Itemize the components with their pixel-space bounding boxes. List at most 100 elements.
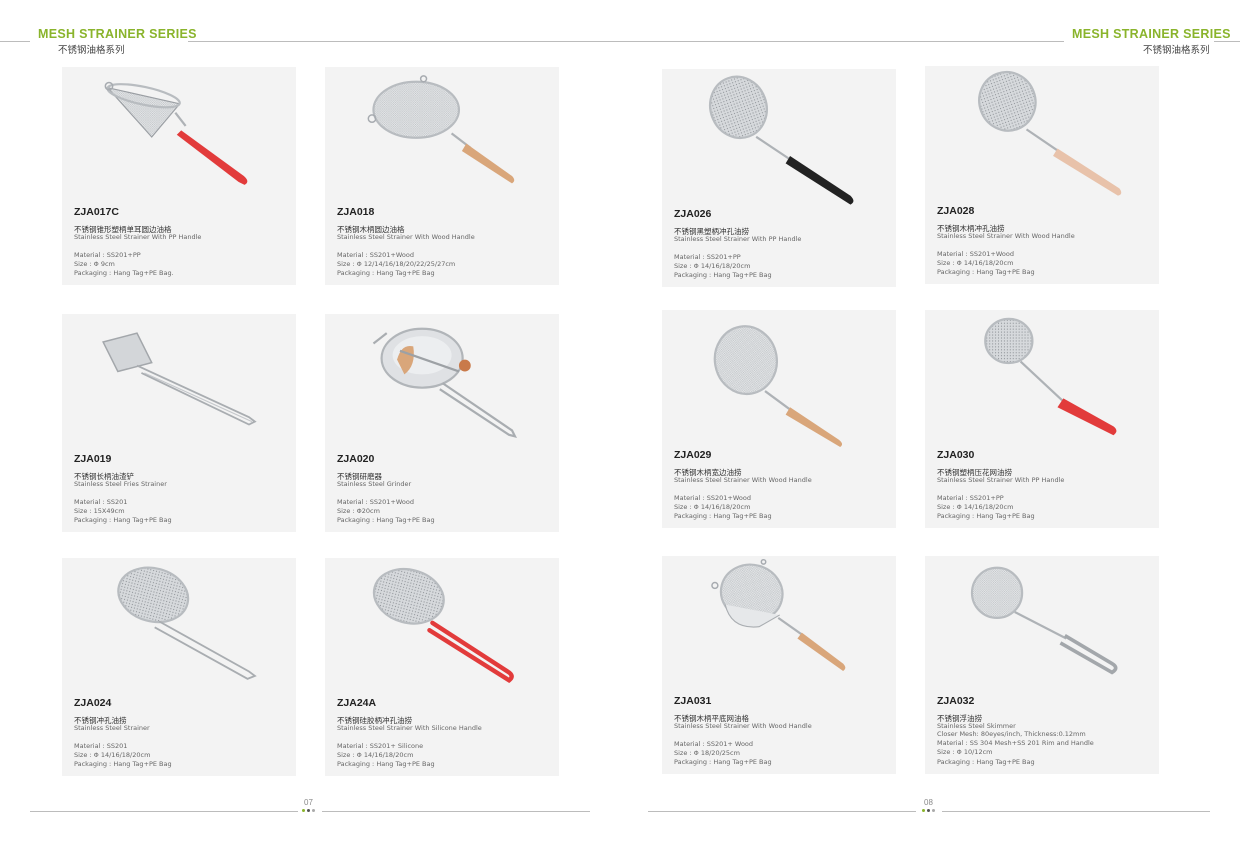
product-card-zja030: ZJA030 不锈钢塑柄压花网油捞 Stainless Steel Strainer… bbox=[925, 310, 1159, 528]
product-packaging: Packaging : Hang Tag+PE Bag. bbox=[74, 269, 174, 277]
flat-bottom-strainer-wood-handle-icon bbox=[711, 558, 846, 671]
product-size: Size : Φ 14/16/18/20cm bbox=[74, 751, 151, 759]
product-size: Size : Φ 14/16/18/20cm bbox=[674, 503, 751, 511]
product-name-en: Stainless Steel Strainer With PP Handle bbox=[674, 235, 802, 243]
product-size: Size : Φ 12/14/16/18/20/22/25/27cm bbox=[337, 260, 456, 268]
product-size: Size : Φ 14/16/18/20cm bbox=[674, 262, 751, 270]
product-size: Size : Φ 9cm bbox=[74, 260, 115, 268]
footer-rule-left-a bbox=[30, 811, 298, 812]
product-material: Material : SS201+Wood bbox=[937, 250, 1014, 258]
product-name-en: Stainless Steel Grinder bbox=[337, 480, 412, 488]
left-series-title: MESH STRAINER SERIES bbox=[38, 27, 197, 41]
product-card-zja024: ZJA024 不锈钢冲孔油捞 Stainless Steel Strainer Mat… bbox=[62, 558, 296, 776]
product-material: Material : SS201+Wood bbox=[337, 251, 414, 259]
product-name-en: Stainless Steel Strainer With PP Handle bbox=[74, 233, 202, 241]
page-dots-right bbox=[922, 809, 935, 812]
product-material: Material : SS201+PP bbox=[674, 253, 741, 261]
product-name-en: Stainless Steel Strainer bbox=[74, 724, 150, 732]
product-packaging: Packaging : Hang Tag+PE Bag bbox=[674, 271, 772, 279]
product-code: ZJA020 bbox=[337, 453, 375, 465]
product-material: Material : SS201+PP bbox=[74, 251, 141, 259]
product-code: ZJA028 bbox=[937, 205, 975, 217]
page-dots-left bbox=[302, 809, 315, 812]
product-packaging: Packaging : Hang Tag+PE Bag bbox=[337, 516, 435, 524]
product-size: Size : Φ 14/16/18/20cm bbox=[337, 751, 414, 759]
product-material: Material : SS201+Wood bbox=[674, 494, 751, 502]
perforated-ladle-wire-handle-icon bbox=[117, 566, 257, 680]
product-material: Material : SS 304 Mesh+SS 201 Rim and Ha… bbox=[937, 739, 1094, 747]
product-packaging: Packaging : Hang Tag+PE Bag bbox=[937, 268, 1035, 276]
product-material: Material : SS201 bbox=[74, 742, 128, 750]
product-packaging: Packaging : Hang Tag+PE Bag bbox=[674, 758, 772, 766]
product-code: ZJA017C bbox=[74, 206, 119, 218]
product-packaging: Packaging : Hang Tag+PE Bag bbox=[74, 760, 172, 768]
product-size: Size : 15X49cm bbox=[74, 507, 125, 515]
product-code: ZJA024 bbox=[74, 697, 112, 709]
product-name-en: Stainless Steel Strainer With Wood Handl… bbox=[674, 476, 812, 484]
product-packaging: Packaging : Hang Tag+PE Bag bbox=[674, 512, 772, 520]
product-code: ZJA032 bbox=[937, 695, 975, 707]
product-card-zja017c: ZJA017C 不锈钢锥形塑柄单耳圆边油格 Stainless Steel Stra… bbox=[62, 67, 296, 285]
product-name-en: Stainless Steel Strainer With Wood Handl… bbox=[937, 232, 1075, 240]
footer-rule-left-b bbox=[322, 811, 590, 812]
product-material: Material : SS201+PP bbox=[937, 494, 1004, 502]
product-name-en: Stainless Steel Strainer With Silicone H… bbox=[337, 724, 482, 732]
food-mill-grinder-icon bbox=[372, 327, 518, 438]
product-card-zja031: ZJA031 不锈钢木柄平底网油格 Stainless Steel Strainer… bbox=[662, 556, 896, 774]
product-packaging: Packaging : Hang Tag+PE Bag bbox=[937, 758, 1035, 766]
footer-rule-right-b bbox=[942, 811, 1210, 812]
product-card-zja032: ZJA032 不锈钢浮油捞 Stainless Steel Skimmer Close… bbox=[925, 556, 1159, 774]
perforated-ladle-silicone-handle-icon bbox=[372, 568, 514, 683]
product-card-zja020: ZJA020 不锈钢研磨器 Stainless Steel Grinder Mater… bbox=[325, 314, 559, 532]
product-name-en: Stainless Steel Strainer With Wood Handl… bbox=[337, 233, 475, 241]
mesh-skimmer-wood-handle-icon bbox=[713, 325, 843, 448]
product-packaging: Packaging : Hang Tag+PE Bag bbox=[74, 516, 172, 524]
product-card-zja026: ZJA026 不锈钢黑塑柄冲孔油捞 Stainless Steel Strainer… bbox=[662, 69, 896, 287]
mesh-skimmer-red-handle-icon bbox=[984, 317, 1117, 436]
product-material: Material : SS201+Wood bbox=[337, 498, 414, 506]
product-card-zja028: ZJA028 不锈钢木柄冲孔油捞 Stainless Steel Strainer … bbox=[925, 66, 1159, 284]
page-number-right: 08 bbox=[924, 798, 933, 807]
page-number-left: 07 bbox=[304, 798, 313, 807]
product-name-en: Stainless Steel Skimmer bbox=[937, 722, 1016, 730]
product-name-en: Stainless Steel Strainer With PP Handle bbox=[937, 476, 1065, 484]
perforated-ladle-black-handle-icon bbox=[709, 75, 854, 205]
perforated-ladle-wood-handle-icon bbox=[978, 70, 1122, 196]
product-material: Material : SS201+ Wood bbox=[674, 740, 754, 748]
product-packaging: Packaging : Hang Tag+PE Bag bbox=[337, 269, 435, 277]
product-card-zja029: ZJA029 不锈钢木柄宽边油捞 Stainless Steel Strainer … bbox=[662, 310, 896, 528]
product-name-en: Stainless Steel Fries Strainer bbox=[74, 480, 167, 488]
product-code: ZJA019 bbox=[74, 453, 112, 465]
product-material: Material : SS201+ Silicone bbox=[337, 742, 424, 750]
oil-skimmer-icon bbox=[970, 566, 1118, 675]
product-closer-mesh: Closer Mesh: 80eyes/inch, Thickness:0.12… bbox=[937, 730, 1086, 738]
header-rule-right bbox=[1214, 41, 1240, 42]
product-size: Size : Φ 10/12cm bbox=[937, 748, 993, 756]
cone-strainer-red-handle-icon bbox=[104, 81, 248, 185]
product-name-en: Stainless Steel Strainer With Wood Handl… bbox=[674, 722, 812, 730]
header-rule-center bbox=[188, 41, 1064, 42]
header-rule-left bbox=[0, 41, 30, 42]
product-code: ZJA030 bbox=[937, 449, 975, 461]
fries-shovel-icon bbox=[102, 332, 257, 426]
product-size: Size : Φ20cm bbox=[337, 507, 380, 515]
right-series-title: MESH STRAINER SERIES bbox=[1072, 27, 1231, 41]
product-size: Size : Φ 14/16/18/20cm bbox=[937, 503, 1014, 511]
footer-rule-right-a bbox=[648, 811, 916, 812]
product-code: ZJA24A bbox=[337, 697, 377, 709]
mesh-strainer-wood-handle-icon bbox=[367, 75, 515, 184]
product-card-zja018: ZJA018 不锈钢木柄圆边油格 Stainless Steel Strainer … bbox=[325, 67, 559, 285]
product-packaging: Packaging : Hang Tag+PE Bag bbox=[937, 512, 1035, 520]
left-series-subtitle: 不锈钢油格系列 bbox=[58, 45, 125, 56]
product-code: ZJA029 bbox=[674, 449, 712, 461]
right-series-subtitle: 不锈钢油格系列 bbox=[1143, 45, 1210, 56]
product-material: Material : SS201 bbox=[74, 498, 128, 506]
product-code: ZJA026 bbox=[674, 208, 712, 220]
product-code: ZJA018 bbox=[337, 206, 375, 218]
product-packaging: Packaging : Hang Tag+PE Bag bbox=[337, 760, 435, 768]
product-code: ZJA031 bbox=[674, 695, 712, 707]
product-size: Size : Φ 18/20/25cm bbox=[674, 749, 740, 757]
product-size: Size : Φ 14/16/18/20cm bbox=[937, 259, 1014, 267]
product-card-zja24a: ZJA24A 不锈钢硅胶柄冲孔油捞 Stainless Steel Strainer… bbox=[325, 558, 559, 776]
product-card-zja019: ZJA019 不锈钢长柄油渣铲 Stainless Steel Fries Stra… bbox=[62, 314, 296, 532]
